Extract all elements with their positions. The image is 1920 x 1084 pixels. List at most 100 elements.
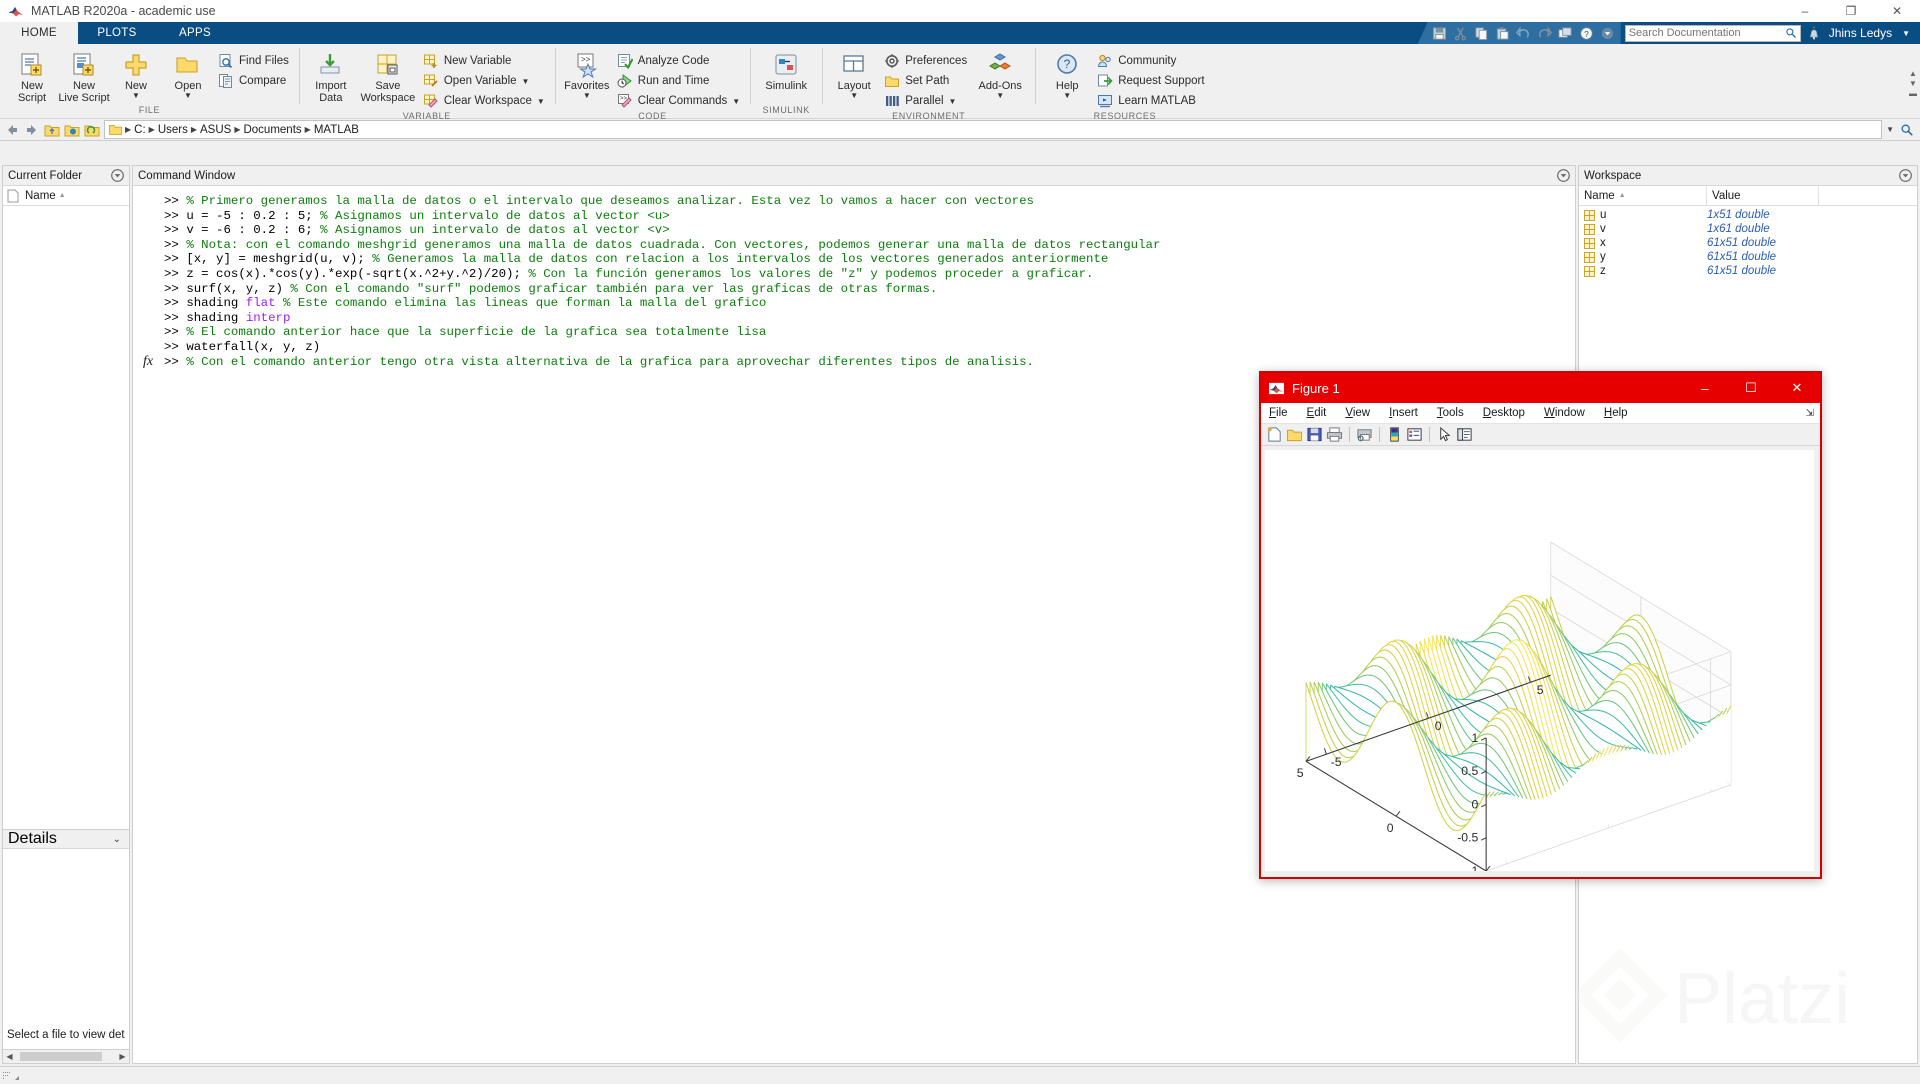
command-line[interactable]: >> % Primero generamos la malla de datos… bbox=[133, 194, 1575, 209]
new-script-button[interactable]: New Script bbox=[6, 47, 58, 104]
tab-home[interactable]: HOME bbox=[0, 22, 78, 44]
command-line[interactable]: >> v = -6 : 0.2 : 6; % Asignamos un inte… bbox=[133, 223, 1575, 238]
open-figure-icon[interactable] bbox=[1286, 426, 1303, 443]
colormap-icon[interactable] bbox=[1386, 426, 1403, 443]
save-figure-icon[interactable] bbox=[1306, 426, 1323, 443]
breadcrumb-item-3[interactable]: Documents bbox=[243, 124, 301, 136]
request-support-button[interactable]: Request Support bbox=[1093, 71, 1208, 91]
close-icon[interactable]: ✕ bbox=[1874, 0, 1920, 22]
current-folder-hscrollbar[interactable]: ◀ ▶ bbox=[3, 1049, 129, 1063]
favorites-button[interactable]: >> Favorites ▼ bbox=[561, 47, 613, 100]
new-variable-button[interactable]: New Variable bbox=[419, 51, 549, 71]
details-header[interactable]: Details ⌄ bbox=[3, 829, 129, 849]
command-line[interactable]: >> surf(x, y, z) % Con el comando "surf"… bbox=[133, 282, 1575, 297]
analyze-code-button[interactable]: Analyze Code bbox=[613, 51, 744, 71]
forward-arrow-icon[interactable] bbox=[24, 122, 40, 138]
parallel-chevron-down-icon[interactable]: ▼ bbox=[949, 97, 957, 105]
up-folder-icon[interactable] bbox=[44, 122, 60, 138]
command-line[interactable]: >> z = cos(x).*cos(y).*exp(-sqrt(x.^2+y.… bbox=[133, 267, 1575, 282]
ribbon-expand-icon[interactable]: ▬ bbox=[1909, 90, 1917, 98]
figure-menu-window[interactable]: Window bbox=[1544, 407, 1585, 419]
open-variable-chevron-down-icon[interactable]: ▼ bbox=[522, 77, 530, 85]
workspace-column-extra[interactable] bbox=[1819, 186, 1917, 205]
figure-canvas[interactable]: -1-0.500.51-505-505 bbox=[1261, 446, 1820, 890]
user-name-label[interactable]: Jhins Ledys bbox=[1829, 26, 1892, 40]
new-chevron-down-icon[interactable]: ▼ bbox=[132, 92, 140, 100]
figure-menu-edit[interactable]: Edit bbox=[1307, 407, 1327, 419]
simulink-button[interactable]: Simulink bbox=[756, 47, 816, 92]
command-line[interactable]: >> % El comando anterior hace que la sup… bbox=[133, 325, 1575, 340]
switch-windows-icon[interactable] bbox=[1558, 26, 1573, 41]
breadcrumb-item-4[interactable]: MATLAB bbox=[314, 124, 359, 136]
figure-dock-arrow-icon[interactable]: ⇲ bbox=[1806, 408, 1814, 419]
current-folder-column-name[interactable]: Name ▲ bbox=[25, 190, 66, 202]
workspace-column-name[interactable]: Name ▲ bbox=[1579, 186, 1707, 205]
user-menu-chevron-down-icon[interactable]: ▼ bbox=[1902, 29, 1910, 38]
new-figure-icon[interactable] bbox=[1266, 426, 1283, 443]
scroll-thumb[interactable] bbox=[20, 1052, 102, 1061]
favorites-chevron-down-icon[interactable]: ▼ bbox=[583, 92, 591, 100]
help-button[interactable]: ? Help ▼ bbox=[1041, 47, 1093, 100]
print-icon[interactable] bbox=[1326, 426, 1343, 443]
scroll-left-icon[interactable]: ◀ bbox=[3, 1052, 16, 1061]
open-button[interactable]: Open ▼ bbox=[162, 47, 214, 100]
layout-chevron-down-icon[interactable]: ▼ bbox=[850, 92, 858, 100]
current-folder-options-icon[interactable] bbox=[110, 168, 125, 183]
function-browser-icon[interactable]: fx bbox=[143, 354, 153, 370]
breadcrumb-item-1[interactable]: Users bbox=[158, 124, 188, 136]
add-ons-chevron-down-icon[interactable]: ▼ bbox=[996, 92, 1004, 100]
address-dropdown-chevron-down-icon[interactable]: ▼ bbox=[1886, 125, 1894, 134]
find-files-button[interactable]: Find Files bbox=[214, 51, 293, 71]
minimize-icon[interactable]: – bbox=[1782, 0, 1828, 22]
copy-icon[interactable] bbox=[1474, 26, 1489, 41]
command-line[interactable]: >> [x, y] = meshgrid(u, v); % Generamos … bbox=[133, 252, 1575, 267]
community-button[interactable]: Community bbox=[1093, 51, 1208, 71]
figure-menu-file[interactable]: File bbox=[1269, 407, 1288, 419]
search-path-icon[interactable] bbox=[1900, 123, 1914, 137]
breadcrumb-item-2[interactable]: ASUS bbox=[200, 124, 231, 136]
figure-close-icon[interactable]: ✕ bbox=[1774, 373, 1820, 403]
figure-plot-area[interactable]: -1-0.500.51-505-505 bbox=[1265, 450, 1814, 890]
scroll-trough[interactable] bbox=[16, 1051, 116, 1062]
workspace-row[interactable]: x 61x51 double bbox=[1579, 236, 1917, 250]
print-preview-icon[interactable] bbox=[1356, 426, 1373, 443]
ribbon-scroll-arrows[interactable]: ▲ ▼ ▬ bbox=[1909, 70, 1917, 98]
redo-icon[interactable] bbox=[1537, 25, 1552, 41]
paste-icon[interactable] bbox=[1495, 26, 1510, 41]
workspace-row[interactable]: z 61x51 double bbox=[1579, 264, 1917, 278]
command-line[interactable]: >> waterfall(x, y, z) bbox=[133, 340, 1575, 355]
new-button[interactable]: New ▼ bbox=[110, 47, 162, 100]
tab-apps[interactable]: APPS bbox=[156, 22, 234, 44]
resize-grip-icon[interactable] bbox=[2, 1070, 20, 1083]
workspace-row[interactable]: y 61x51 double bbox=[1579, 250, 1917, 264]
ribbon-scroll-down-icon[interactable]: ▼ bbox=[1909, 80, 1917, 88]
workspace-options-icon[interactable] bbox=[1898, 168, 1913, 183]
help-chevron-down-icon[interactable]: ▼ bbox=[1063, 92, 1071, 100]
search-icon[interactable] bbox=[1785, 27, 1797, 39]
workspace-column-value[interactable]: Value bbox=[1707, 186, 1819, 205]
waterfall-3d-plot[interactable]: -1-0.500.51-505-505 bbox=[1265, 450, 1814, 890]
undo-icon[interactable] bbox=[1515, 25, 1531, 41]
property-inspector-icon[interactable] bbox=[1456, 426, 1473, 443]
figure-maximize-icon[interactable]: ☐ bbox=[1728, 373, 1774, 403]
cut-icon[interactable] bbox=[1453, 26, 1468, 41]
search-input[interactable] bbox=[1628, 27, 1785, 39]
new-live-script-button[interactable]: New Live Script bbox=[58, 47, 110, 104]
details-chevron-down-icon[interactable]: ⌄ bbox=[113, 834, 121, 845]
clear-workspace-button[interactable]: Clear Workspace ▼ bbox=[419, 91, 549, 111]
insert-legend-icon[interactable] bbox=[1406, 426, 1423, 443]
search-documentation-box[interactable] bbox=[1624, 24, 1801, 42]
breadcrumb-item-0[interactable]: C: bbox=[134, 124, 146, 136]
command-line[interactable]: >> u = -5 : 0.2 : 5; % Asignamos un inte… bbox=[133, 209, 1575, 224]
clear-commands-button[interactable]: >> Clear Commands ▼ bbox=[613, 91, 744, 111]
figure-menu-insert[interactable]: Insert bbox=[1389, 407, 1418, 419]
figure-window[interactable]: Figure 1 – ☐ ✕ File Edit View Insert Tools De… bbox=[1259, 371, 1822, 890]
import-data-button[interactable]: Import Data bbox=[305, 47, 357, 104]
refresh-icon[interactable] bbox=[84, 122, 100, 138]
command-line[interactable]: >> % Nota: con el comando meshgrid gener… bbox=[133, 238, 1575, 253]
back-arrow-icon[interactable] bbox=[4, 122, 20, 138]
workspace-row[interactable]: u 1x51 double bbox=[1579, 208, 1917, 222]
notifications-bell-icon[interactable] bbox=[1807, 26, 1821, 41]
save-workspace-button[interactable]: Save Workspace bbox=[357, 47, 419, 104]
preferences-button[interactable]: Preferences bbox=[880, 51, 971, 71]
